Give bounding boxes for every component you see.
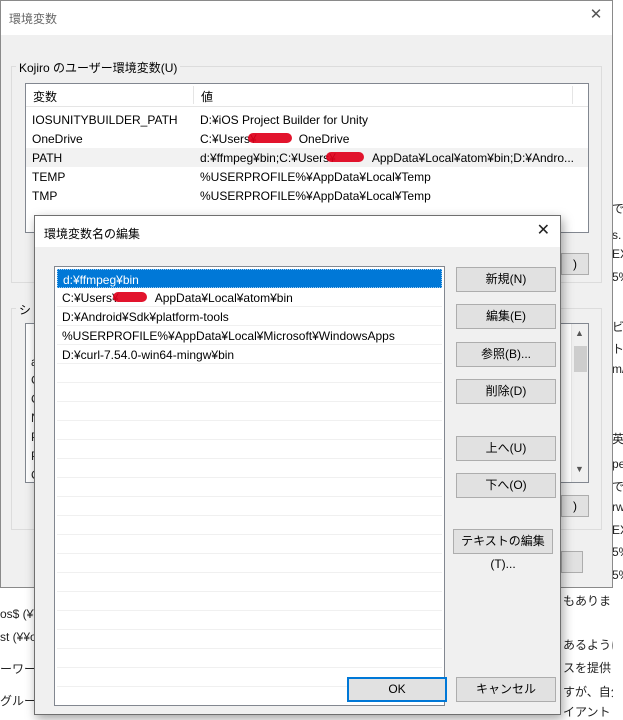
scroll-up-icon[interactable]: ▲: [575, 328, 584, 338]
variable-name: IOSUNITYBUILDER_PATH: [32, 113, 178, 127]
ok-button[interactable]: OK: [347, 677, 447, 702]
cancel-button[interactable]: キャンセル: [456, 677, 556, 702]
bg-text: pe: [612, 457, 623, 471]
system-variables-label: シ: [16, 301, 35, 318]
bg-text: 5%: [612, 545, 623, 559]
system-delete-button-partial[interactable]: ): [561, 495, 589, 517]
column-header-value[interactable]: 値: [201, 88, 213, 105]
path-text: D:¥Android¥Sdk¥platform-tools: [62, 310, 229, 324]
new-button[interactable]: 新規(N): [456, 267, 556, 292]
bg-text: 5%: [612, 270, 623, 284]
path-item[interactable]: D:¥Android¥Sdk¥platform-tools: [57, 307, 442, 326]
title-bar: 環境変数 ✕: [1, 1, 612, 35]
bg-text: もありま: [563, 594, 612, 608]
path-item[interactable]: C:¥Users¥ AppData¥Local¥atom¥bin: [57, 288, 442, 307]
bg-text: イアント: [563, 705, 611, 719]
variable-value: d:¥ffmpeg¥bin;C:¥Users¥ AppData¥Local¥ato…: [200, 151, 574, 165]
dialog-title: 環境変数: [9, 12, 58, 26]
empty-row[interactable]: [57, 402, 442, 421]
path-text: D:¥curl-7.54.0-win64-mingw¥bin: [62, 348, 235, 362]
column-header-name[interactable]: 変数: [33, 88, 57, 105]
empty-row[interactable]: [57, 459, 442, 478]
edit-button[interactable]: 編集(E): [456, 304, 556, 329]
close-icon[interactable]: ✕: [588, 7, 604, 23]
title-bar: 環境変数名の編集 ✕: [35, 216, 560, 247]
variable-name: OneDrive: [32, 132, 83, 146]
bg-text: ト: [612, 342, 623, 356]
variable-value: %USERPROFILE%¥AppData¥Local¥Temp: [200, 170, 431, 184]
variable-value: %USERPROFILE%¥AppData¥Local¥Temp: [200, 189, 431, 203]
system-list-scrollbar[interactable]: ▲ ▼: [571, 324, 588, 482]
empty-row[interactable]: [57, 573, 442, 592]
redaction-mark: [113, 292, 147, 302]
empty-row[interactable]: [57, 554, 442, 573]
delete-button[interactable]: 削除(D): [456, 379, 556, 404]
variable-name: TEMP: [32, 170, 66, 184]
scroll-down-icon[interactable]: ▼: [575, 464, 584, 474]
path-item[interactable]: D:¥curl-7.54.0-win64-mingw¥bin: [57, 345, 442, 364]
bg-text: 5%: [612, 568, 623, 582]
variable-row[interactable]: OneDrive C:¥Users¥ OneDrive: [26, 129, 588, 148]
bg-text: で: [612, 480, 623, 494]
user-variables-list[interactable]: 変数 値 IOSUNITYBUILDER_PATH D:¥iOS Project…: [25, 83, 589, 233]
move-up-button[interactable]: 上へ(U): [456, 436, 556, 461]
user-variables-label: Kojiro のユーザー環境変数(U): [16, 59, 181, 76]
edit-text-button[interactable]: テキストの編集(T)...: [453, 529, 553, 571]
path-list[interactable]: d:¥ffmpeg¥bin C:¥Users¥ AppData¥Local¥ato…: [54, 266, 445, 706]
path-text: %USERPROFILE%¥AppData¥Local¥Microsoft¥Wi…: [62, 329, 395, 343]
path-text: C:¥Users¥ AppData¥Local¥atom¥bin: [62, 291, 293, 305]
variable-row[interactable]: PATH d:¥ffmpeg¥bin;C:¥Users¥ AppData¥Loca…: [26, 148, 588, 167]
variable-row[interactable]: TMP %USERPROFILE%¥AppData¥Local¥Temp: [26, 186, 588, 205]
bg-text: st (¥¥o: [0, 630, 37, 644]
dialog-title: 環境変数名の編集: [44, 227, 141, 241]
bg-right-strip: [613, 0, 623, 715]
empty-row[interactable]: [57, 592, 442, 611]
redaction-mark: [326, 152, 364, 162]
bg-text: s.: [612, 228, 622, 242]
empty-row[interactable]: [57, 364, 442, 383]
outer-cancel-button-partial[interactable]: [561, 551, 583, 573]
variable-name: TMP: [32, 189, 58, 203]
bg-text: rw: [612, 500, 623, 514]
variable-row[interactable]: TEMP %USERPROFILE%¥AppData¥Local¥Temp: [26, 167, 588, 186]
bg-text: ビ: [612, 320, 623, 334]
bg-text: EX: [612, 523, 623, 537]
edit-environment-variable-dialog: 環境変数名の編集 ✕ d:¥ffmpeg¥bin C:¥Users¥ AppDat…: [34, 215, 561, 715]
column-divider: [572, 86, 573, 104]
browse-button[interactable]: 参照(B)...: [456, 342, 556, 367]
empty-row[interactable]: [57, 649, 442, 668]
path-item[interactable]: %USERPROFILE%¥AppData¥Local¥Microsoft¥Wi…: [57, 326, 442, 345]
scrollbar-thumb[interactable]: [574, 346, 587, 372]
bg-text: EX: [612, 247, 623, 261]
empty-row[interactable]: [57, 497, 442, 516]
empty-row[interactable]: [57, 440, 442, 459]
user-delete-button-partial[interactable]: ): [561, 253, 589, 275]
empty-row[interactable]: [57, 535, 442, 554]
list-header: 変数 値: [26, 84, 588, 107]
empty-row[interactable]: [57, 383, 442, 402]
path-item[interactable]: d:¥ffmpeg¥bin: [57, 269, 442, 288]
empty-row[interactable]: [57, 611, 442, 630]
empty-row[interactable]: [57, 478, 442, 497]
empty-row[interactable]: [57, 421, 442, 440]
bg-text: 英: [612, 432, 623, 446]
column-divider: [193, 86, 194, 104]
move-down-button[interactable]: 下へ(O): [456, 473, 556, 498]
variable-name: PATH: [32, 151, 63, 165]
empty-row[interactable]: [57, 516, 442, 535]
variable-value: D:¥iOS Project Builder for Unity: [200, 113, 369, 127]
variable-row[interactable]: IOSUNITYBUILDER_PATH D:¥iOS Project Buil…: [26, 110, 588, 129]
bg-text: で: [612, 202, 623, 216]
redaction-mark: [248, 133, 292, 143]
empty-row[interactable]: [57, 630, 442, 649]
bg-text: m/: [612, 362, 623, 376]
path-text: d:¥ffmpeg¥bin: [63, 273, 139, 287]
close-icon[interactable]: ✕: [537, 222, 550, 240]
